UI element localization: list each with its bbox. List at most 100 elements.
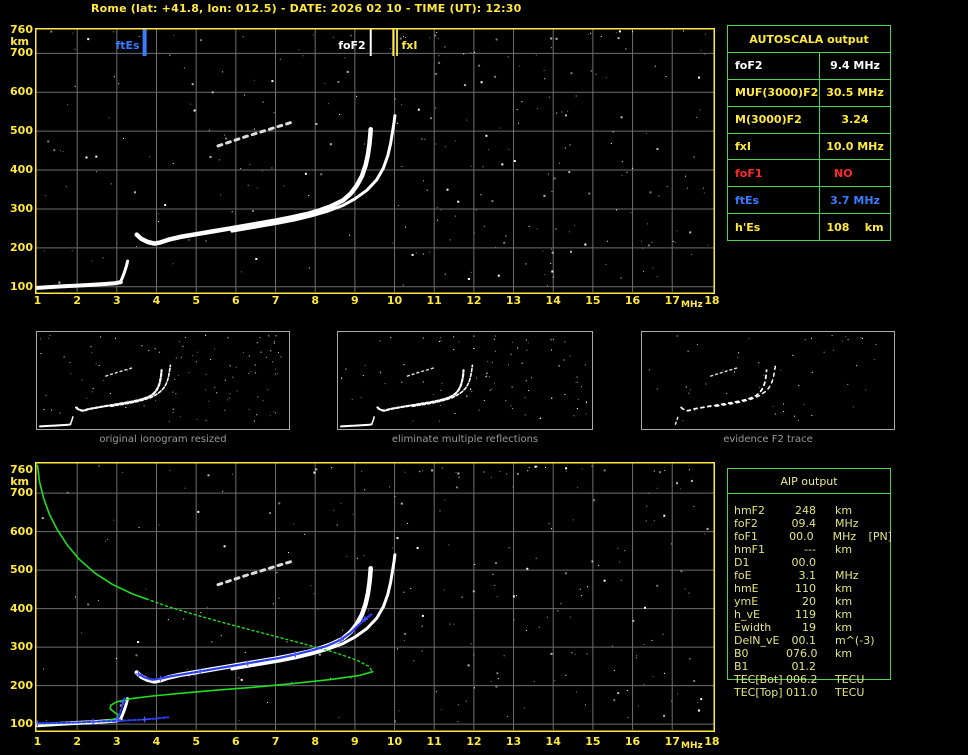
x-axis-unit: MHz — [681, 300, 703, 310]
autoscala-row-h'Es: h'Es 108 km — [728, 214, 890, 241]
aip-row-B1: B1 01.2 — [734, 660, 892, 673]
parameter-value: 011.0 — [786, 686, 818, 699]
x-tick-label: 1 — [33, 735, 42, 748]
parameter-value: 119 — [795, 608, 816, 621]
parameter-value: 01.2 — [791, 660, 817, 673]
aip-row-DelN_vE: DelN_vE 00.1 m^(-3) — [734, 634, 892, 647]
x-tick-label: 12 — [466, 735, 482, 748]
x-tick-label: 3 — [113, 294, 121, 307]
parameter-value: --- — [804, 543, 816, 556]
top-ionogram-chart: ftEs foF2 fxI — [35, 28, 715, 294]
x-tick-label: 1 — [33, 294, 42, 307]
parameter-value: 076.0 — [786, 647, 818, 660]
parameter-value: 00.1 — [791, 634, 817, 647]
autoscala-row-fxI: fxI 10.0 MHz — [728, 133, 890, 161]
parameter-label: ftEs — [728, 187, 820, 214]
x-tick-label: 4 — [152, 735, 161, 748]
x-tick-label: 18 — [704, 735, 720, 748]
aip-table-rows: hmF2 248 km foF2 09.4 MHz foF1 00.0 MHz [PN] hmF1 -… — [734, 504, 892, 699]
x-tick-label: 13 — [505, 735, 522, 748]
parameter-label: h_vE — [734, 608, 760, 621]
parameter-label: DelN_vE — [734, 634, 780, 647]
parameter-value: 10.0 MHz — [826, 140, 884, 153]
autoscala-row-M(3000)F2: M(3000)F2 3.24 — [728, 106, 890, 134]
y-tick-label: 300 — [10, 201, 33, 215]
parameter-label: hmE — [734, 582, 759, 595]
parameter-value: TECU — [835, 686, 865, 699]
marker-label-foF2: foF2 — [338, 39, 366, 52]
parameter-label: D1 — [734, 556, 750, 569]
parameter-value: 9.4 MHz — [830, 59, 880, 73]
aip-row-hmF2: hmF2 248 km — [734, 504, 892, 517]
x-tick-label: 7 — [271, 294, 280, 307]
y-tick-label: 700 — [10, 46, 33, 60]
parameter-label: foE — [734, 569, 752, 582]
parameter-value: 248 — [795, 504, 816, 517]
y-tick-label: 200 — [10, 678, 33, 692]
aip-row-foF2: foF2 09.4 MHz — [734, 517, 892, 530]
aip-row-foE: foE 3.1 MHz — [734, 569, 892, 582]
parameter-value: 00.0 — [789, 530, 814, 543]
x-tick-label: 12 — [466, 294, 482, 307]
y-tick-label: 200 — [10, 240, 33, 254]
y-tick-label: 700 — [10, 486, 33, 500]
x-tick-label: 11 — [426, 294, 442, 307]
aip-row-ymE: ymE 20 km — [734, 595, 892, 608]
parameter-label: foF1 — [728, 160, 820, 187]
parameter-value: km — [835, 595, 853, 608]
aip-row-TEC[Top]: TEC[Top] 011.0 TECU — [734, 686, 892, 699]
parameter-value: [PN] — [868, 530, 892, 543]
y-tick-label: 400 — [10, 163, 33, 177]
x-axis-unit: MHz — [681, 741, 703, 751]
y-axis-unit: km — [10, 475, 29, 488]
x-tick-label: 15 — [585, 735, 601, 748]
page-title: Rome (lat: +41.8, lon: 012.5) - DATE: 20… — [91, 2, 522, 15]
y-tick-label: 300 — [10, 640, 33, 654]
thumbnail-eliminate-reflections — [337, 331, 593, 430]
parameter-value: 3.1 — [798, 569, 817, 582]
parameter-value: km — [835, 647, 853, 660]
x-tick-label: 2 — [73, 735, 81, 748]
parameter-label: Ewidth — [734, 621, 772, 634]
x-tick-label: 8 — [311, 294, 320, 307]
parameter-value: km — [835, 582, 853, 595]
parameter-value: NO — [834, 166, 853, 180]
parameter-value: 3.7 MHz — [830, 193, 880, 207]
y-tick-label: 100 — [10, 717, 33, 731]
aip-row-hmE: hmE 110 km — [734, 582, 892, 595]
parameter-value: 110 — [795, 582, 816, 595]
x-tick-label: 16 — [624, 735, 641, 748]
thumbnail-caption-evidence: evidence F2 trace — [723, 434, 813, 445]
thumbnail-original-ionogram — [36, 331, 290, 430]
aip-table: AIP output hmF2 248 km foF2 09.4 MHz foF1 00.0 M… — [727, 468, 892, 699]
parameter-value: 09.4 — [791, 517, 817, 530]
parameter-value: km — [835, 543, 853, 556]
marker-label-ftEs: ftEs — [115, 39, 140, 52]
x-tick-label: 15 — [585, 294, 601, 307]
x-tick-label: 14 — [545, 735, 561, 748]
parameter-label: foF2 — [728, 53, 820, 79]
parameter-value: km — [835, 621, 853, 634]
x-tick-label: 10 — [386, 735, 403, 748]
x-tick-label: 16 — [624, 294, 641, 307]
y-tick-label: 400 — [10, 601, 33, 615]
parameter-value: TECU — [835, 673, 865, 686]
x-tick-label: 18 — [704, 294, 720, 307]
parameter-value: MHz — [835, 517, 859, 530]
parameter-label: foF2 — [734, 517, 758, 530]
x-tick-label: 14 — [545, 294, 561, 307]
marker-label-fxI: fxI — [402, 39, 418, 52]
y-tick-label: 600 — [10, 524, 33, 538]
y-tick-label: 500 — [10, 563, 33, 577]
parameter-value: 3.24 — [841, 113, 869, 127]
y-tick-label: 600 — [10, 85, 33, 99]
x-tick-label: 7 — [271, 735, 280, 748]
x-tick-label: 4 — [152, 294, 161, 307]
aip-row-TEC[Bot]: TEC[Bot] 006.2 TECU — [734, 673, 892, 686]
parameter-value: km — [835, 608, 853, 621]
parameter-value: m^(-3) — [835, 634, 875, 647]
x-tick-label: 8 — [311, 735, 320, 748]
y-axis-unit: km — [10, 35, 29, 48]
aip-row-B0: B0 076.0 km — [734, 647, 892, 660]
aip-row-D1: D1 00.0 — [734, 556, 892, 569]
